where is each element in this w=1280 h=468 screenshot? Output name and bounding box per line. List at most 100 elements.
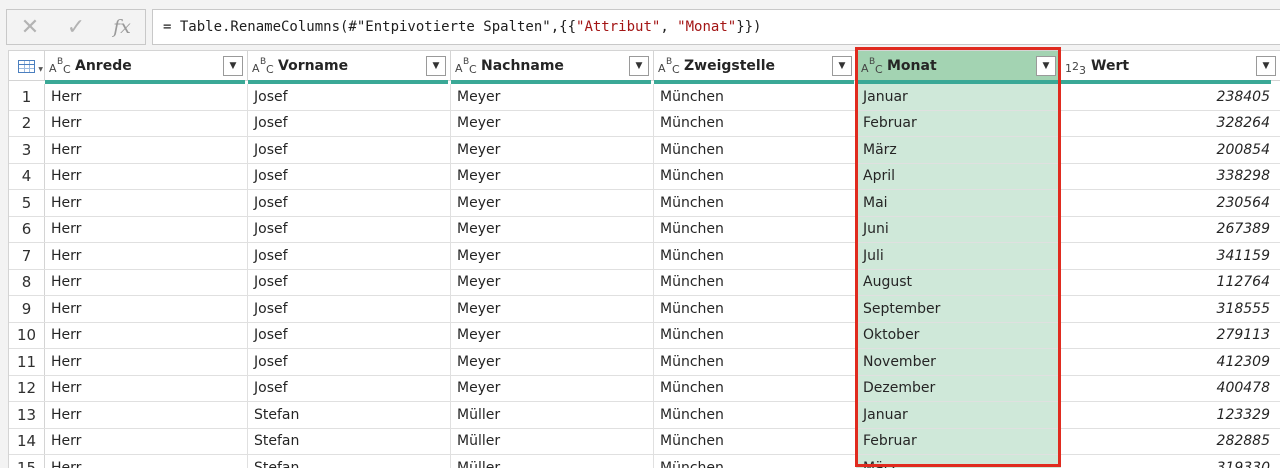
row-number[interactable]: 14 <box>9 428 45 454</box>
table-row[interactable]: 10 Herr Josef Meyer München Oktober 279113 <box>9 322 1280 349</box>
table-cell[interactable]: 238405 <box>1061 84 1280 110</box>
table-cell[interactable]: Josef <box>248 216 451 242</box>
table-cell[interactable]: Herr <box>45 402 248 428</box>
table-cell[interactable]: Januar <box>857 402 1061 428</box>
table-cell[interactable]: August <box>857 269 1061 295</box>
table-cell[interactable]: Februar <box>857 110 1061 136</box>
table-cell[interactable]: Meyer <box>451 269 654 295</box>
table-cell[interactable]: September <box>857 296 1061 322</box>
column-header-anrede[interactable]: ABC Anrede ▼ <box>45 51 248 81</box>
table-row[interactable]: 5 Herr Josef Meyer München Mai 230564 <box>9 190 1280 217</box>
table-cell[interactable]: April <box>857 163 1061 189</box>
row-number[interactable]: 3 <box>9 137 45 163</box>
table-cell[interactable]: Meyer <box>451 163 654 189</box>
table-row[interactable]: 4 Herr Josef Meyer München April 338298 <box>9 163 1280 190</box>
table-row[interactable]: 8 Herr Josef Meyer München August 112764 <box>9 269 1280 296</box>
table-cell[interactable]: München <box>654 163 857 189</box>
row-number[interactable]: 5 <box>9 190 45 216</box>
row-number[interactable]: 8 <box>9 269 45 295</box>
text-type-icon[interactable]: ABC <box>252 57 278 76</box>
table-cell[interactable]: Herr <box>45 349 248 375</box>
table-cell[interactable]: Josef <box>248 190 451 216</box>
row-number[interactable]: 13 <box>9 402 45 428</box>
table-cell[interactable]: Dezember <box>857 375 1061 401</box>
table-cell[interactable]: Meyer <box>451 296 654 322</box>
table-cell[interactable]: Herr <box>45 163 248 189</box>
row-number[interactable]: 4 <box>9 163 45 189</box>
table-cell[interactable]: München <box>654 137 857 163</box>
row-number[interactable]: 2 <box>9 110 45 136</box>
filter-dropdown-icon[interactable]: ▼ <box>1036 56 1056 76</box>
table-cell[interactable]: Müller <box>451 402 654 428</box>
table-cell[interactable]: 319330 <box>1061 455 1280 468</box>
table-cell[interactable]: Meyer <box>451 216 654 242</box>
row-number[interactable]: 9 <box>9 296 45 322</box>
table-cell[interactable]: 230564 <box>1061 190 1280 216</box>
table-cell[interactable]: Februar <box>857 428 1061 454</box>
number-type-icon[interactable]: 123 <box>1065 57 1091 77</box>
table-cell[interactable]: Herr <box>45 84 248 110</box>
row-number[interactable]: 6 <box>9 216 45 242</box>
table-cell[interactable]: 328264 <box>1061 111 1280 137</box>
table-cell[interactable]: Meyer <box>451 375 654 401</box>
column-header-zweigstelle[interactable]: ABC Zweigstelle ▼ <box>654 51 857 81</box>
table-row[interactable]: 9 Herr Josef Meyer München September 318555 <box>9 296 1280 323</box>
table-cell[interactable]: 341159 <box>1061 243 1280 269</box>
table-cell[interactable]: Meyer <box>451 349 654 375</box>
table-cell[interactable]: Herr <box>45 137 248 163</box>
table-cell[interactable]: Stefan <box>248 455 451 468</box>
table-cell[interactable]: Herr <box>45 190 248 216</box>
text-type-icon[interactable]: ABC <box>49 57 75 76</box>
table-cell[interactable]: Januar <box>857 84 1061 110</box>
column-header-monat[interactable]: ABC Monat ▼ <box>857 51 1061 81</box>
table-cell[interactable]: März <box>857 137 1061 163</box>
table-cell[interactable]: Meyer <box>451 110 654 136</box>
formula-input[interactable]: = Table.RenameColumns(#"Entpivotierte Sp… <box>152 9 1280 45</box>
table-row[interactable]: 7 Herr Josef Meyer München Juli 341159 <box>9 243 1280 270</box>
row-number[interactable]: 11 <box>9 349 45 375</box>
check-icon[interactable]: ✓ <box>53 10 99 44</box>
table-cell[interactable]: Mai <box>857 190 1061 216</box>
row-number[interactable]: 15 <box>9 455 45 468</box>
table-cell[interactable]: 338298 <box>1061 164 1280 190</box>
table-cell[interactable]: Josef <box>248 375 451 401</box>
text-type-icon[interactable]: ABC <box>861 57 887 76</box>
table-cell[interactable]: 318555 <box>1061 296 1280 322</box>
table-cell[interactable]: Herr <box>45 428 248 454</box>
table-cell[interactable]: München <box>654 190 857 216</box>
table-cell[interactable]: 267389 <box>1061 217 1280 243</box>
table-cell[interactable]: 282885 <box>1061 429 1280 455</box>
table-cell[interactable]: Juni <box>857 216 1061 242</box>
table-cell[interactable]: Herr <box>45 375 248 401</box>
table-cell[interactable]: 400478 <box>1061 376 1280 402</box>
table-cell[interactable]: Juli <box>857 243 1061 269</box>
table-cell[interactable]: Müller <box>451 428 654 454</box>
table-cell[interactable]: München <box>654 216 857 242</box>
table-row[interactable]: 14 Herr Stefan Müller München Februar 282885 <box>9 428 1280 455</box>
table-cell[interactable]: Josef <box>248 243 451 269</box>
table-row[interactable]: 13 Herr Stefan Müller München Januar 123329 <box>9 402 1280 429</box>
column-header-nachname[interactable]: ABC Nachname ▼ <box>451 51 654 81</box>
row-number[interactable]: 12 <box>9 375 45 401</box>
table-cell[interactable]: Josef <box>248 137 451 163</box>
table-cell[interactable]: Herr <box>45 243 248 269</box>
text-type-icon[interactable]: ABC <box>658 57 684 76</box>
column-header-vorname[interactable]: ABC Vorname ▼ <box>248 51 451 81</box>
table-cell[interactable]: 412309 <box>1061 349 1280 375</box>
table-cell[interactable]: Herr <box>45 455 248 468</box>
table-cell[interactable]: München <box>654 375 857 401</box>
filter-dropdown-icon[interactable]: ▼ <box>832 56 852 76</box>
table-menu-button[interactable]: ▼ <box>9 51 45 81</box>
column-header-wert[interactable]: 123 Wert ▼ <box>1061 51 1280 81</box>
table-cell[interactable]: Stefan <box>248 428 451 454</box>
table-row[interactable]: 2 Herr Josef Meyer München Februar 328264 <box>9 110 1280 137</box>
table-cell[interactable]: Herr <box>45 296 248 322</box>
table-cell[interactable]: November <box>857 349 1061 375</box>
text-type-icon[interactable]: ABC <box>455 57 481 76</box>
table-cell[interactable]: Meyer <box>451 84 654 110</box>
table-row[interactable]: 3 Herr Josef Meyer München März 200854 <box>9 137 1280 164</box>
table-cell[interactable]: Josef <box>248 322 451 348</box>
table-cell[interactable]: Josef <box>248 84 451 110</box>
table-cell[interactable]: München <box>654 455 857 468</box>
table-cell[interactable]: Meyer <box>451 243 654 269</box>
